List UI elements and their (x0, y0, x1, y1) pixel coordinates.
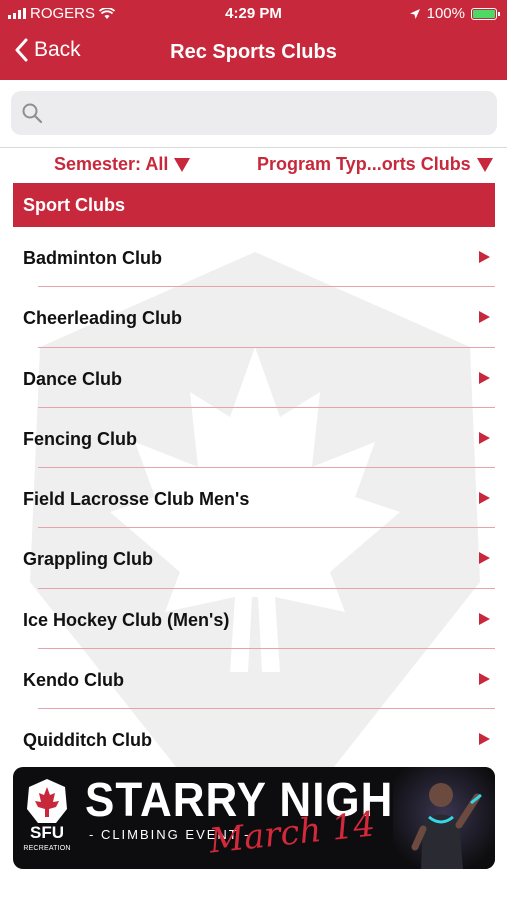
list-item[interactable]: Kendo Club (0, 649, 507, 710)
arrow-right-icon (479, 251, 490, 263)
arrow-right-icon (479, 492, 490, 505)
list-item-label: Grappling Club (23, 549, 153, 570)
program-type-filter-label: Program Typ...orts Clubs (257, 154, 471, 174)
section-title: Sport Clubs (23, 195, 125, 215)
divider (0, 147, 507, 148)
list-item-label: Ice Hockey Club (Men's) (23, 609, 230, 630)
list-item[interactable]: Badminton Club (0, 227, 507, 288)
list-item-label: Quidditch Club (23, 730, 152, 751)
arrow-right-icon (479, 371, 490, 384)
list-item-label: Dance Club (23, 368, 123, 389)
arrow-right-icon (479, 552, 490, 565)
arrow-right-icon (479, 733, 490, 746)
club-list: Badminton Club Cheerleading Club Dance Clu… (0, 227, 507, 767)
arrow-right-icon (479, 612, 490, 625)
list-item-label: Badminton Club (23, 248, 162, 268)
arrow-right-icon (479, 673, 490, 686)
battery-icon (471, 7, 500, 20)
list-item-label: Field Lacrosse Club Men's (23, 489, 250, 510)
list-item-label: Fencing Club (23, 428, 137, 449)
arrow-right-icon (479, 311, 490, 324)
list-item-label: Kendo Club (23, 670, 124, 691)
filter-bar: Semester: All Program Typ...orts Clubs (0, 152, 507, 180)
list-item[interactable]: Fencing Club (0, 408, 507, 469)
climber-photo (393, 767, 495, 869)
list-item[interactable]: Quidditch Club (0, 709, 507, 767)
list-item[interactable]: Grappling Club (0, 528, 507, 589)
search-input[interactable] (49, 91, 489, 135)
status-right: 100% (409, 5, 500, 22)
club-list-area: Badminton Club Cheerleading Club Dance Clu… (0, 227, 507, 767)
semester-filter-label: Semester: All (54, 154, 169, 174)
semester-filter[interactable]: Semester: All (54, 154, 191, 175)
sfu-logo-text: SFU (30, 823, 64, 842)
event-banner[interactable]: SFU RECREATION STARRY NIGHT - CLIMBING E… (13, 767, 495, 869)
section-header: Sport Clubs (13, 183, 495, 227)
list-item-label: Cheerleading Club (23, 308, 183, 329)
list-item[interactable]: Ice Hockey Club (Men's) (0, 589, 507, 650)
dropdown-triangle-icon (476, 157, 493, 172)
search-icon (22, 103, 43, 124)
location-arrow-icon (409, 8, 420, 19)
battery-percent: 100% (426, 5, 465, 22)
search-bar[interactable] (11, 91, 497, 135)
list-item[interactable]: Dance Club (0, 348, 507, 408)
top-bar: ROGERS 4:29 PM 100% Back Rec Sports Club… (0, 0, 507, 80)
list-item[interactable]: Field Lacrosse Club Men's (0, 468, 507, 529)
arrow-right-icon (479, 431, 490, 444)
navigation-bar: Back Rec Sports Clubs (0, 30, 507, 78)
page-title: Rec Sports Clubs (170, 41, 337, 63)
program-type-filter[interactable]: Program Typ...orts Clubs (257, 154, 493, 175)
dropdown-triangle-icon (174, 157, 191, 172)
status-bar: ROGERS 4:29 PM 100% (0, 0, 507, 28)
list-item[interactable]: Cheerleading Club (0, 287, 507, 348)
sfu-logo-subtext: RECREATION (23, 845, 71, 852)
